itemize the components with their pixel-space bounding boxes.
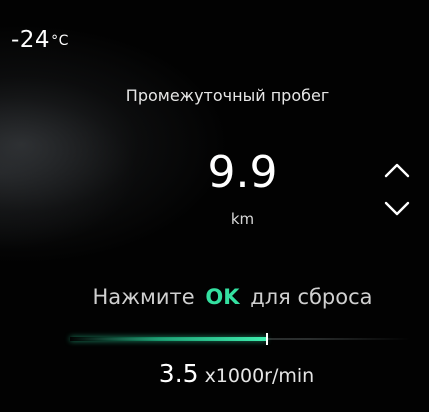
trip-distance-unit: km <box>230 210 255 228</box>
rpm-bar-fill <box>70 337 267 341</box>
reset-hint-suffix: для сброса <box>250 285 373 309</box>
rpm-value: 3.5 <box>158 359 199 388</box>
ok-key-label: OK <box>205 285 240 309</box>
reset-hint: Нажмите OK для сброса <box>0 283 429 311</box>
rpm-bar <box>70 331 410 347</box>
temperature-unit: °C <box>51 33 69 49</box>
rpm-readout: 3.5 x1000r/min <box>0 358 429 392</box>
outside-temperature-value: -24 <box>11 27 51 53</box>
trip-distance-value: 9.9 <box>207 147 278 198</box>
rpm-unit: x1000r/min <box>204 365 315 387</box>
outside-temperature: -24°C <box>11 26 69 55</box>
rpm-bar-marker <box>266 333 268 345</box>
menu-title: Промежуточный пробег <box>125 86 330 105</box>
reset-hint-prefix: Нажмите <box>92 285 195 309</box>
chevron-down-icon[interactable] <box>381 197 413 219</box>
chevron-up-icon[interactable] <box>381 160 413 182</box>
instrument-cluster-screen: -24°C Промежуточный пробег 9.9 km Нажмит… <box>0 0 429 412</box>
